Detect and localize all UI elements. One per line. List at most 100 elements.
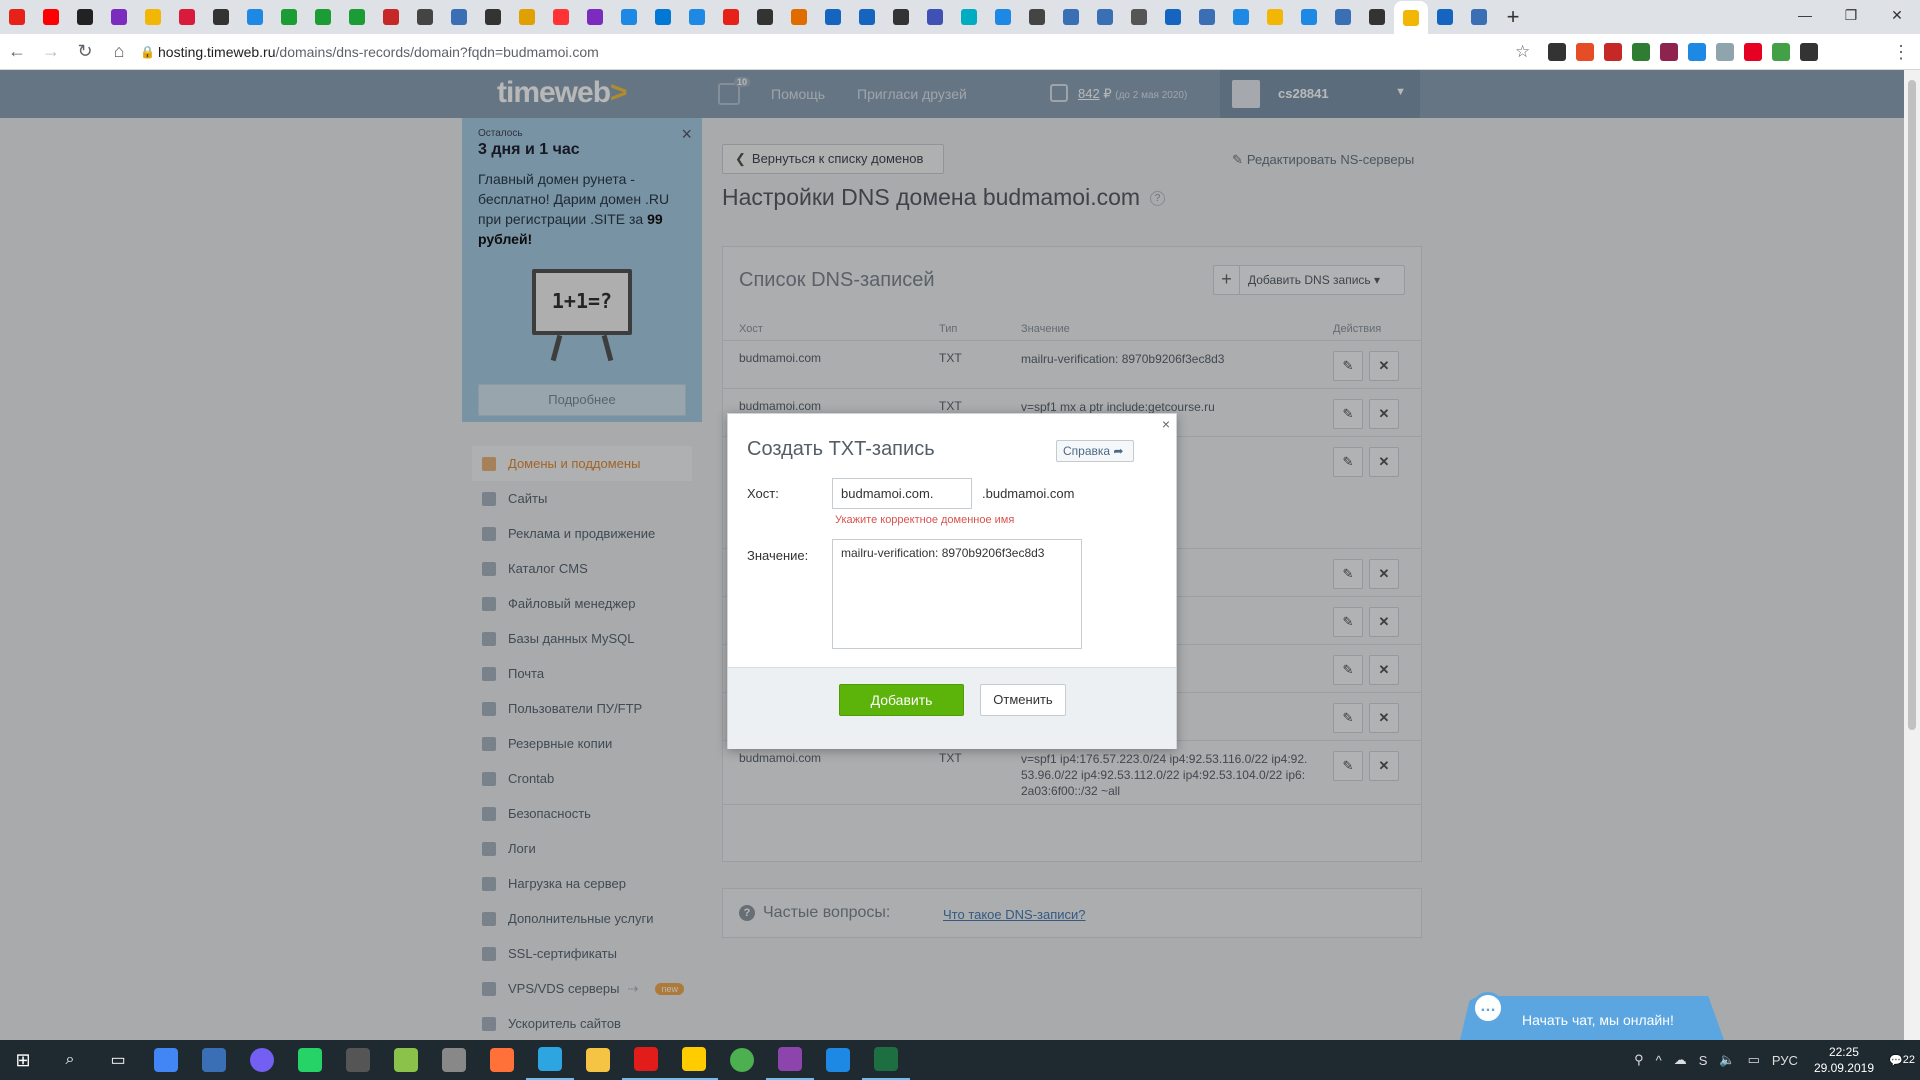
browser-tab[interactable] (1020, 2, 1054, 32)
taskbar-app-icon[interactable] (622, 1040, 670, 1080)
extension-icon[interactable] (1744, 43, 1762, 61)
taskbar-app-icon[interactable] (190, 1040, 238, 1080)
browser-tab[interactable] (986, 2, 1020, 32)
chat-bubble-icon[interactable]: … (1472, 992, 1504, 1024)
taskbar-app-icon[interactable] (862, 1040, 910, 1080)
browser-tab[interactable] (1292, 2, 1326, 32)
page-scrollbar[interactable] (1904, 70, 1920, 1040)
address-bar[interactable]: 🔒 hosting.timeweb.ru/domains/dns-records… (140, 38, 1540, 66)
help-button[interactable]: Справка ➦ (1056, 440, 1134, 462)
back-arrow-icon[interactable]: ← (0, 35, 34, 69)
value-textarea[interactable]: mailru-verification: 8970b9206f3ec8d3 (832, 539, 1082, 649)
browser-tab[interactable] (68, 2, 102, 32)
add-button[interactable]: Добавить (839, 684, 964, 716)
browser-tab[interactable] (170, 2, 204, 32)
browser-tab[interactable] (646, 2, 680, 32)
browser-tab[interactable] (748, 2, 782, 32)
browser-menu-icon[interactable]: ⋮ (1892, 42, 1910, 63)
browser-tab[interactable] (816, 2, 850, 32)
browser-tab[interactable] (408, 2, 442, 32)
browser-tab[interactable] (442, 2, 476, 32)
taskbar-app-icon[interactable] (718, 1040, 766, 1080)
minimize-icon[interactable]: — (1782, 0, 1828, 30)
browser-tab[interactable] (884, 2, 918, 32)
taskbar-app-icon[interactable] (334, 1040, 382, 1080)
browser-tab[interactable] (476, 2, 510, 32)
browser-tab[interactable] (340, 2, 374, 32)
cloud-icon[interactable]: ☁ (1674, 1052, 1687, 1068)
browser-tab[interactable] (306, 2, 340, 32)
host-input[interactable] (832, 478, 972, 509)
browser-tab[interactable] (1224, 2, 1258, 32)
browser-tab[interactable] (1462, 2, 1496, 32)
network-icon[interactable]: ▭ (1748, 1052, 1760, 1068)
chevron-up-icon[interactable]: ^ (1656, 1053, 1662, 1068)
browser-tab[interactable] (1258, 2, 1292, 32)
browser-tab[interactable] (714, 2, 748, 32)
skype-icon[interactable]: S (1699, 1053, 1708, 1068)
cancel-button[interactable]: Отменить (980, 684, 1066, 716)
extension-icon[interactable] (1548, 43, 1566, 61)
close-icon[interactable]: × (1162, 416, 1170, 432)
taskbar-app-icon[interactable] (766, 1040, 814, 1080)
taskbar-app-icon[interactable] (238, 1040, 286, 1080)
taskbar-app-icon[interactable] (526, 1040, 574, 1080)
chat-label[interactable]: Начать чат, мы онлайн! (1522, 1012, 1674, 1028)
browser-tab[interactable] (680, 2, 714, 32)
extension-icon[interactable] (1604, 43, 1622, 61)
task-view-icon[interactable]: ▭ (94, 1040, 142, 1080)
taskbar-app-icon[interactable] (286, 1040, 334, 1080)
browser-tab[interactable] (544, 2, 578, 32)
restore-icon[interactable]: ❐ (1828, 0, 1874, 30)
windows-start-icon[interactable]: ⊞ (0, 1040, 46, 1080)
reload-icon[interactable]: ↻ (68, 35, 102, 69)
extension-icon[interactable] (1800, 43, 1818, 61)
extension-icon[interactable] (1660, 43, 1678, 61)
taskbar-app-icon[interactable] (142, 1040, 190, 1080)
new-tab-icon[interactable]: + (1496, 4, 1530, 30)
browser-tab[interactable] (34, 2, 68, 32)
browser-tab[interactable] (1394, 1, 1428, 35)
notification-center-icon[interactable]: 💬 22 (1884, 1040, 1920, 1080)
forward-arrow-icon[interactable]: → (34, 35, 68, 69)
taskbar-app-icon[interactable] (814, 1040, 862, 1080)
home-icon[interactable]: ⌂ (102, 35, 136, 69)
browser-tab[interactable] (1190, 2, 1224, 32)
taskbar-app-icon[interactable] (478, 1040, 526, 1080)
browser-tab[interactable] (374, 2, 408, 32)
extension-icon[interactable] (1716, 43, 1734, 61)
browser-tab[interactable] (578, 2, 612, 32)
browser-tab[interactable] (782, 2, 816, 32)
browser-tab[interactable] (918, 2, 952, 32)
close-icon[interactable]: ✕ (1874, 0, 1920, 30)
browser-tab[interactable] (612, 2, 646, 32)
browser-tab[interactable] (850, 2, 884, 32)
taskbar-app-icon[interactable] (670, 1040, 718, 1080)
browser-tab[interactable] (1156, 2, 1190, 32)
taskbar-app-icon[interactable] (574, 1040, 622, 1080)
search-icon[interactable]: ⌕ (46, 1040, 94, 1080)
browser-tab[interactable] (272, 2, 306, 32)
browser-tab[interactable] (1428, 2, 1462, 32)
clock[interactable]: 22:25 29.09.2019 (1814, 1044, 1874, 1076)
browser-tab[interactable] (510, 2, 544, 32)
browser-tab[interactable] (1326, 2, 1360, 32)
browser-tab[interactable] (1360, 2, 1394, 32)
browser-tab[interactable] (0, 2, 34, 32)
browser-tab[interactable] (1122, 2, 1156, 32)
browser-tab[interactable] (238, 2, 272, 32)
browser-tab[interactable] (204, 2, 238, 32)
scrollbar-thumb[interactable] (1908, 80, 1916, 730)
taskbar-app-icon[interactable] (382, 1040, 430, 1080)
extension-icon[interactable] (1688, 43, 1706, 61)
bookmark-star-icon[interactable]: ☆ (1515, 42, 1530, 62)
browser-tab[interactable] (1054, 2, 1088, 32)
extension-icon[interactable] (1772, 43, 1790, 61)
extension-icon[interactable] (1632, 43, 1650, 61)
browser-tab[interactable] (952, 2, 986, 32)
browser-tab[interactable] (136, 2, 170, 32)
keyboard-language[interactable]: РУС (1772, 1053, 1798, 1068)
extension-icon[interactable] (1576, 43, 1594, 61)
volume-icon[interactable]: 🔈 (1719, 1052, 1735, 1068)
browser-tab[interactable] (1088, 2, 1122, 32)
